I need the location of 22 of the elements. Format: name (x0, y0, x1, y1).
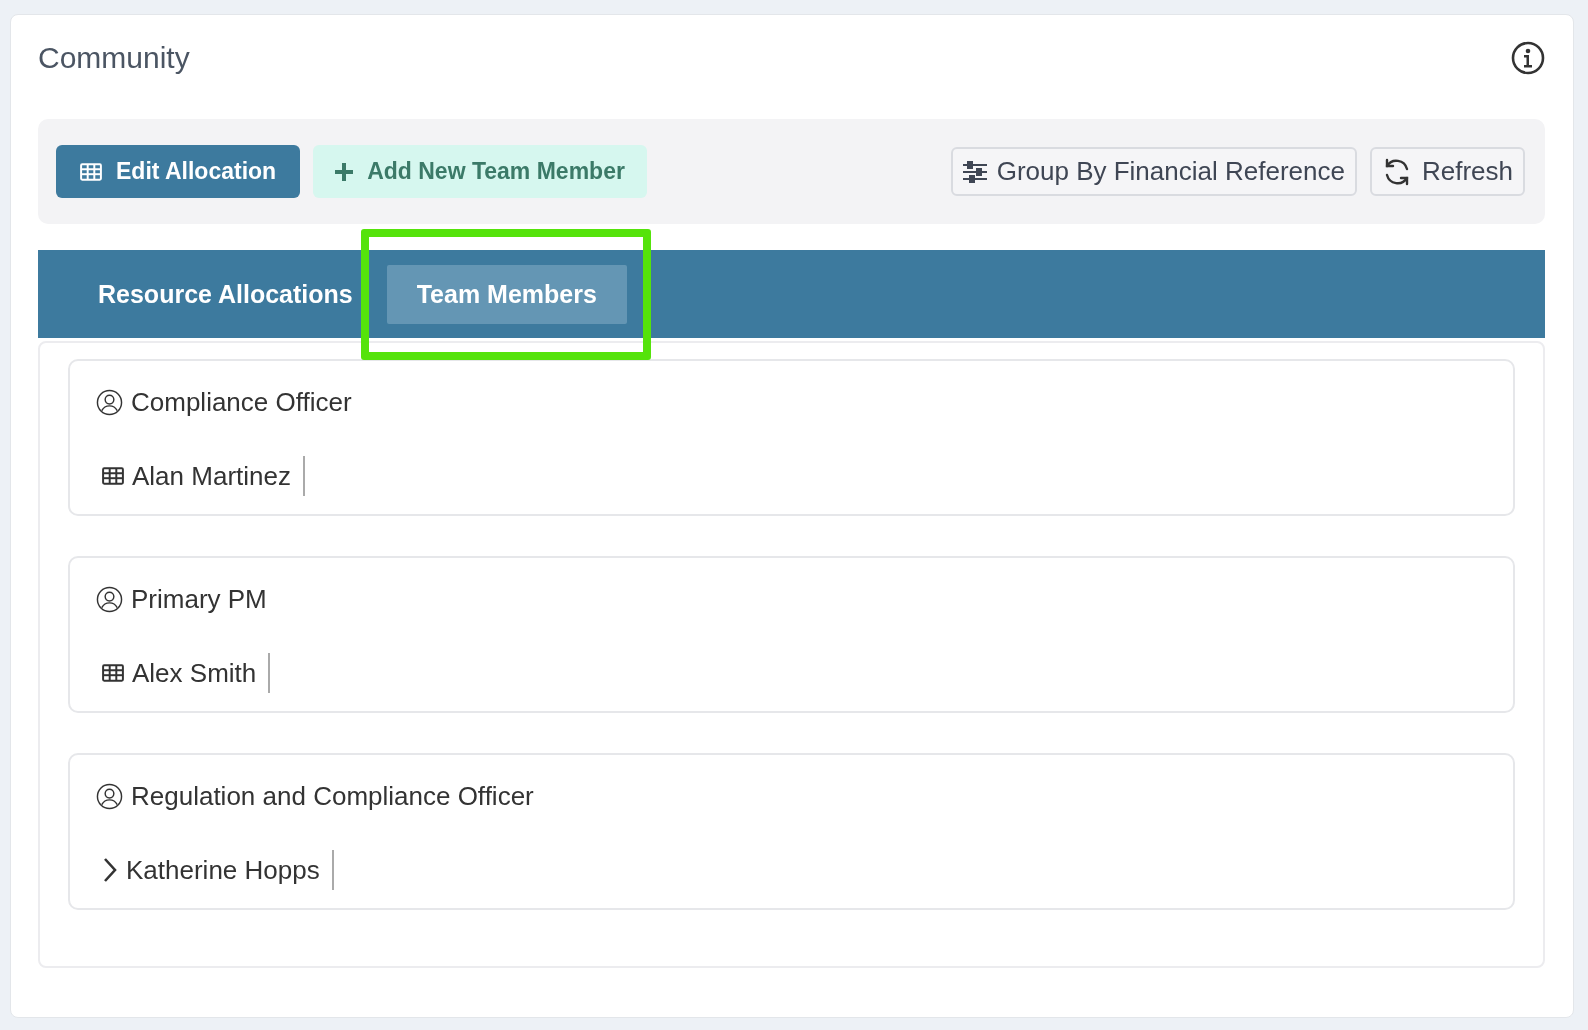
tab[interactable]: Resource Allocations (78, 264, 373, 324)
user-circle-icon (96, 783, 123, 810)
edit-allocation-button[interactable]: Edit Allocation (56, 145, 301, 198)
panel-title: Community (38, 41, 190, 75)
role-title: Compliance Officer (131, 387, 352, 418)
plus-icon (335, 162, 354, 181)
member-name[interactable]: Katherine Hopps (126, 850, 334, 890)
table-icon (102, 467, 124, 485)
sliders-icon (962, 160, 987, 183)
member-name[interactable]: Alex Smith (132, 653, 271, 693)
add-member-button[interactable]: Add New Team Member (313, 145, 647, 198)
role-title: Regulation and Compliance Officer (131, 781, 534, 812)
role-title: Primary PM (131, 584, 267, 615)
chevron-right-icon[interactable] (102, 857, 118, 883)
table-icon (80, 162, 102, 181)
user-circle-icon (96, 389, 123, 416)
member-name[interactable]: Alan Martinez (132, 456, 305, 496)
table-icon (102, 664, 124, 682)
info-icon[interactable] (1511, 41, 1545, 75)
group-by-button[interactable]: Group By Financial Reference (950, 147, 1357, 196)
user-circle-icon (96, 586, 123, 613)
refresh-button[interactable]: Refresh (1369, 147, 1525, 196)
